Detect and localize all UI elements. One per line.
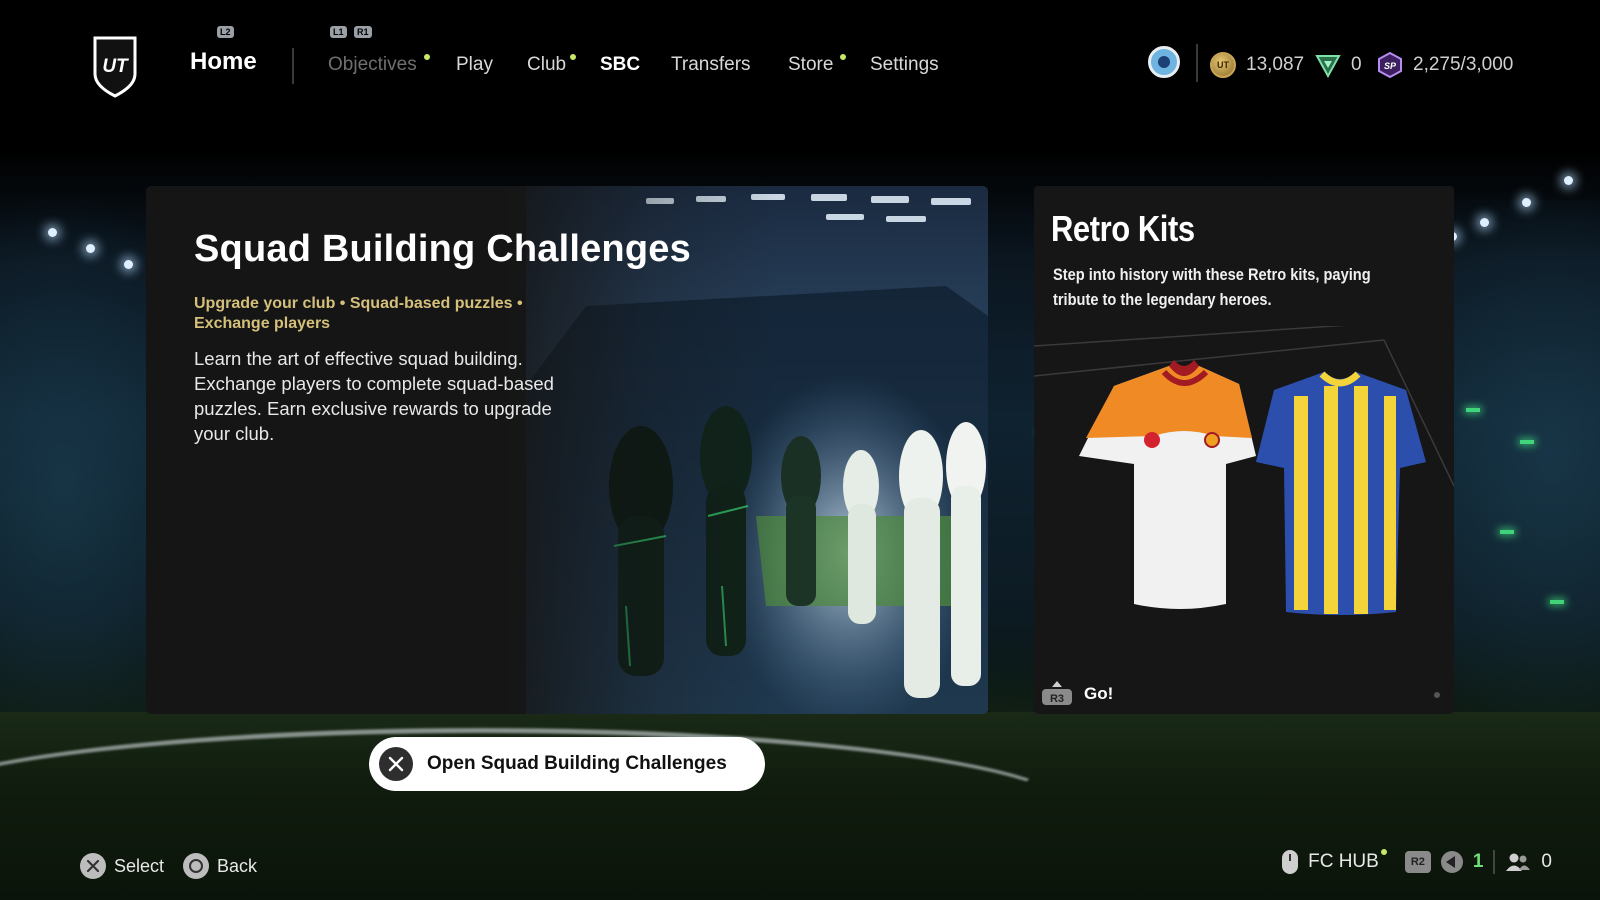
tab-play[interactable]: Play xyxy=(456,54,493,76)
back-hint[interactable]: Back xyxy=(183,853,257,879)
stadium-light xyxy=(48,228,57,237)
new-indicator-dot xyxy=(1380,849,1387,855)
sbc-card-tags: Upgrade your club • Squad-based puzzles … xyxy=(194,295,523,332)
coins-balance: UT 13,087 xyxy=(1210,52,1304,78)
cross-button-icon xyxy=(379,747,413,781)
new-indicator-dot xyxy=(840,54,846,60)
stadium-light xyxy=(1564,176,1573,185)
kits-card-footer[interactable]: R3 Go! xyxy=(1040,674,1113,714)
select-hint: Select xyxy=(80,853,164,879)
kits-card-title: Retro Kits xyxy=(1051,208,1195,249)
open-sbc-button[interactable]: Open Squad Building Challenges xyxy=(369,737,765,791)
stadium-light xyxy=(124,260,133,269)
season-points-icon: SP xyxy=(1378,52,1402,78)
new-indicator-dot xyxy=(424,54,430,60)
tab-transfers[interactable]: Transfers xyxy=(671,54,751,76)
kits-card-description: Step into history with these Retro kits,… xyxy=(1053,265,1371,309)
season-points-progress: SP 2,275/3,000 xyxy=(1377,52,1513,78)
sbc-feature-card[interactable]: Squad Building Challenges Upgrade your c… xyxy=(146,186,988,714)
tab-sbc[interactable]: SBC xyxy=(600,54,640,76)
club-badge-icon[interactable] xyxy=(1148,46,1180,78)
currency-divider xyxy=(1196,44,1198,82)
friends-icon[interactable] xyxy=(1505,852,1531,872)
stadium-glow xyxy=(1550,600,1564,604)
tab-objectives[interactable]: Objectives xyxy=(328,54,417,76)
nav-home[interactable]: Home xyxy=(190,48,257,76)
sbc-card-title: Squad Building Challenges xyxy=(194,228,691,270)
tab-store[interactable]: Store xyxy=(788,54,833,76)
fc-points-balance: 0 xyxy=(1315,52,1362,78)
nav-divider xyxy=(292,48,294,84)
l2-bumper-icon: L2 xyxy=(217,26,234,38)
fc-points-value: 0 xyxy=(1351,54,1362,75)
blue-yellow-kit xyxy=(1256,371,1426,615)
tab-settings[interactable]: Settings xyxy=(870,54,939,76)
stadium-light xyxy=(1522,198,1531,207)
stadium-glow xyxy=(1500,530,1514,534)
tab-club[interactable]: Club xyxy=(527,54,566,76)
stadium-glow xyxy=(1466,408,1480,412)
white-kit xyxy=(1079,360,1256,609)
sbc-card-description: Learn the art of effective squad buildin… xyxy=(194,348,554,444)
bottom-status-bar: FC HUB R2 1 0 xyxy=(1282,849,1552,874)
l1-bumper-icon: L1 xyxy=(330,26,347,38)
r3-stick-icon: R3 xyxy=(1042,681,1072,705)
friends-count: 0 xyxy=(1541,851,1552,872)
stadium-light xyxy=(86,244,95,253)
stadium-light xyxy=(1480,218,1489,227)
carousel-page-dot xyxy=(1434,692,1440,698)
circle-button-icon xyxy=(183,853,209,879)
notification-icon xyxy=(1440,851,1463,873)
notification-count: 1 xyxy=(1472,851,1484,872)
back-hint-label: Back xyxy=(217,855,258,876)
new-indicator-dot xyxy=(570,54,576,60)
svg-text:R3: R3 xyxy=(1050,693,1064,705)
svg-text:UT: UT xyxy=(102,56,129,77)
stadium-glow xyxy=(1520,440,1534,444)
fc-hub-link[interactable]: FC HUB xyxy=(1308,851,1379,873)
retro-kits-card[interactable]: Retro Kits Step into history with these … xyxy=(1034,186,1454,714)
coins-value: 13,087 xyxy=(1246,54,1305,75)
svg-text:SP: SP xyxy=(1384,61,1397,71)
select-hint-label: Select xyxy=(114,855,165,876)
kits-go-label: Go! xyxy=(1084,684,1114,703)
coins-icon: UT xyxy=(1210,52,1236,78)
r2-trigger-icon: R2 xyxy=(1404,851,1431,873)
fc-points-icon xyxy=(1315,55,1341,78)
r1-bumper-icon: R1 xyxy=(354,26,372,38)
mouse-icon xyxy=(1282,850,1299,874)
season-points-value: 2,275/3,000 xyxy=(1413,54,1514,75)
status-divider xyxy=(1493,850,1496,874)
open-sbc-label: Open Squad Building Challenges xyxy=(427,753,727,774)
top-navigation: UT L2 Home L1 R1 Objectives Play Club SB… xyxy=(0,0,1600,120)
retro-kits-image xyxy=(1034,326,1454,615)
cross-button-icon xyxy=(80,853,106,879)
ultimate-team-logo: UT xyxy=(93,36,137,98)
